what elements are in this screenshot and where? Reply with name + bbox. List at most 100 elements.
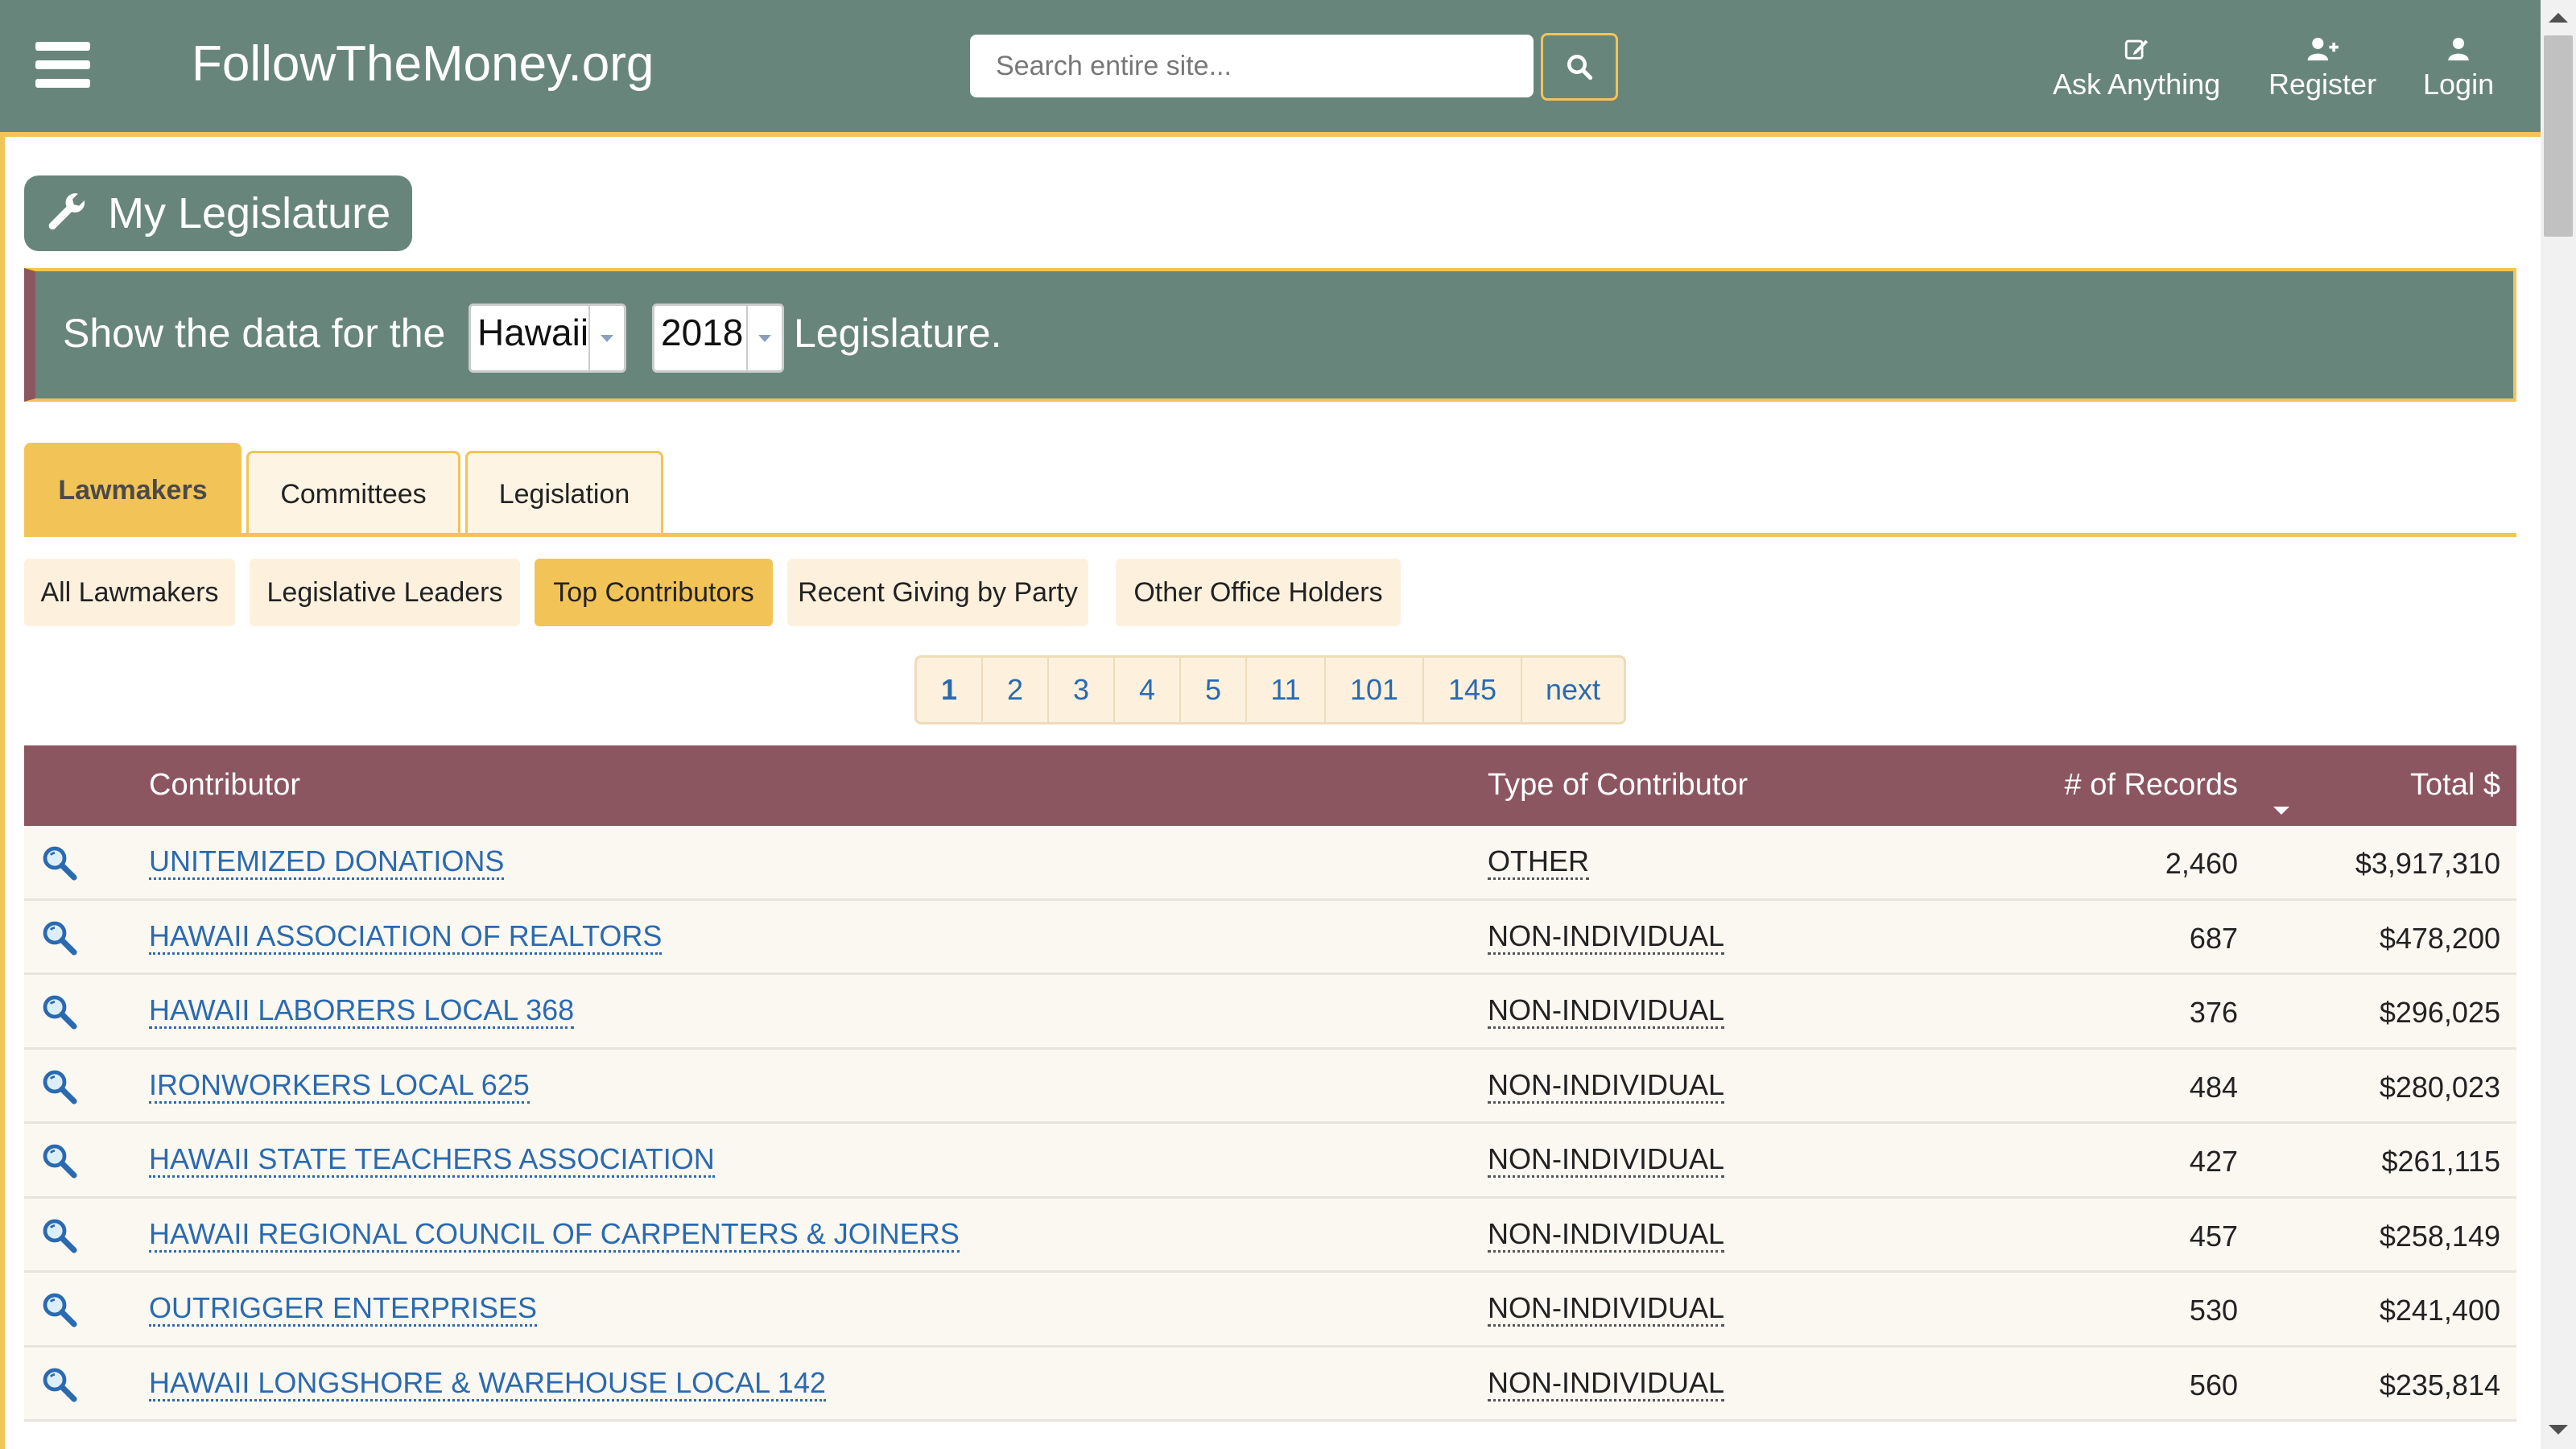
page-link-145[interactable]: 145: [1424, 658, 1522, 722]
sort-desc-icon[interactable]: [2273, 807, 2289, 815]
table-row: OUTRIGGER ENTERPRISES NON-INDIVIDUAL 530 $2…: [24, 1273, 2516, 1348]
table-header: Contributor Type of Contributor # of Rec…: [24, 745, 2516, 826]
subtab-top-contributors[interactable]: Top Contributors: [535, 559, 773, 626]
subtab-recent-giving-by-party[interactable]: Recent Giving by Party: [787, 559, 1088, 626]
total-amount: $296,025: [2379, 996, 2500, 1029]
records-count: 560: [2189, 1368, 2238, 1402]
total-amount: $261,115: [2381, 1145, 2500, 1178]
page-title: My Legislature: [24, 175, 412, 251]
user-plus-icon: [2307, 37, 2339, 61]
magnifier-icon[interactable]: [40, 1290, 79, 1336]
contributor-type[interactable]: NON-INDIVIDUAL: [1488, 1143, 1725, 1178]
magnifier-icon[interactable]: [40, 1067, 79, 1113]
year-select-value: 2018: [661, 312, 744, 353]
tab-legislation[interactable]: Legislation: [465, 451, 663, 536]
legislature-selector-bar: Show the data for the Hawaii 2018 Legisl…: [24, 268, 2516, 402]
column-header-type[interactable]: Type of Contributor: [1488, 768, 1748, 803]
magnifier-icon[interactable]: [40, 919, 79, 964]
contributors-table: UNITEMIZED DONATIONS OTHER 2,460 $3,917,310…: [24, 826, 2516, 1422]
table-row: HAWAII ASSOCIATION OF REALTORS NON-INDIVI…: [24, 900, 2516, 975]
year-select[interactable]: 2018: [652, 303, 784, 373]
page-link-3[interactable]: 3: [1049, 658, 1115, 722]
selector-suffix: Legislature.: [794, 311, 1002, 356]
subtab-all-lawmakers[interactable]: All Lawmakers: [24, 559, 235, 626]
contributor-link[interactable]: HAWAII REGIONAL COUNCIL OF CARPENTERS & …: [149, 1217, 960, 1253]
scroll-down-arrow-icon[interactable]: [2549, 1425, 2568, 1435]
wrench-icon: [48, 193, 85, 230]
contributor-type[interactable]: OTHER: [1488, 845, 1589, 880]
page-link-101[interactable]: 101: [1326, 658, 1424, 722]
site-title[interactable]: FollowTheMoney.org: [192, 35, 654, 93]
search-icon: [1567, 55, 1593, 80]
search-button[interactable]: [1541, 33, 1618, 101]
table-row: HAWAII LABORERS LOCAL 368 NON-INDIVIDUAL 3…: [24, 975, 2516, 1050]
table-row: HAWAII STATE TEACHERS ASSOCIATION NON-IND…: [24, 1124, 2516, 1199]
nav-label: Register: [2268, 68, 2377, 101]
total-amount: $280,023: [2379, 1070, 2500, 1104]
magnifier-icon[interactable]: [40, 993, 79, 1038]
state-select-value: Hawaii: [477, 312, 589, 353]
column-header-contributor[interactable]: Contributor: [149, 768, 300, 803]
contributor-link[interactable]: HAWAII ASSOCIATION OF REALTORS: [149, 919, 663, 955]
contributor-link[interactable]: IRONWORKERS LOCAL 625: [149, 1068, 530, 1104]
menu-icon[interactable]: [35, 42, 90, 89]
records-count: 457: [2189, 1219, 2238, 1253]
contributor-type[interactable]: NON-INDIVIDUAL: [1488, 994, 1725, 1029]
tab-committees[interactable]: Committees: [246, 451, 460, 536]
nav-ask-anything[interactable]: Ask Anything: [2053, 35, 2220, 101]
page-link-5[interactable]: 5: [1181, 658, 1247, 722]
magnifier-icon[interactable]: [40, 844, 79, 890]
search-input[interactable]: [970, 35, 1534, 97]
total-amount: $241,400: [2379, 1294, 2500, 1327]
magnifier-icon[interactable]: [40, 1365, 79, 1411]
page-link-11[interactable]: 11: [1247, 658, 1326, 722]
total-amount: $235,814: [2379, 1368, 2500, 1402]
nav-register[interactable]: Register: [2268, 35, 2376, 101]
page-link-next[interactable]: next: [1522, 658, 1624, 722]
contributor-link[interactable]: HAWAII LONGSHORE & WAREHOUSE LOCAL 142: [149, 1366, 826, 1402]
contributor-link[interactable]: HAWAII LABORERS LOCAL 368: [149, 994, 575, 1029]
contributor-type[interactable]: NON-INDIVIDUAL: [1488, 919, 1725, 955]
state-select[interactable]: Hawaii: [469, 303, 626, 373]
contributor-link[interactable]: OUTRIGGER ENTERPRISES: [149, 1292, 538, 1327]
page-link-2[interactable]: 2: [983, 658, 1049, 722]
scrollbar-thumb[interactable]: [2544, 35, 2573, 237]
table-row: HAWAII LONGSHORE & WAREHOUSE LOCAL 142 NO…: [24, 1347, 2516, 1422]
nav-login[interactable]: Login: [2423, 35, 2494, 101]
total-amount: $258,149: [2379, 1219, 2500, 1253]
records-count: 376: [2189, 996, 2238, 1029]
records-count: 484: [2189, 1070, 2238, 1104]
records-count: 427: [2189, 1145, 2238, 1178]
left-accent-line: [0, 137, 5, 1449]
chevron-down-icon: [588, 306, 624, 370]
subtab-legislative-leaders[interactable]: Legislative Leaders: [250, 559, 520, 626]
tab-lawmakers[interactable]: Lawmakers: [24, 443, 242, 536]
selector-prefix: Show the data for the: [63, 311, 446, 356]
scroll-up-arrow-icon[interactable]: [2549, 13, 2568, 23]
chevron-down-icon: [746, 306, 782, 370]
table-row: IRONWORKERS LOCAL 625 NON-INDIVIDUAL 484 $2…: [24, 1049, 2516, 1124]
records-count: 2,460: [2165, 847, 2238, 880]
column-header-total[interactable]: Total $: [2410, 768, 2500, 803]
page-link-4[interactable]: 4: [1115, 658, 1181, 722]
contributor-link[interactable]: HAWAII STATE TEACHERS ASSOCIATION: [149, 1143, 715, 1178]
user-icon: [2448, 37, 2469, 61]
magnifier-icon[interactable]: [40, 1141, 79, 1187]
table-row: UNITEMIZED DONATIONS OTHER 2,460 $3,917,310: [24, 826, 2516, 901]
nav-label: Ask Anything: [2053, 68, 2221, 101]
table-row: HAWAII REGIONAL COUNCIL OF CARPENTERS & …: [24, 1198, 2516, 1273]
page-link-1[interactable]: 1: [917, 658, 983, 722]
records-count: 530: [2189, 1294, 2238, 1327]
contributor-type[interactable]: NON-INDIVIDUAL: [1488, 1292, 1725, 1327]
tab-divider: [24, 533, 2516, 537]
contributor-type[interactable]: NON-INDIVIDUAL: [1488, 1366, 1725, 1402]
total-amount: $478,200: [2379, 921, 2500, 955]
edit-icon: [2124, 39, 2149, 60]
contributor-type[interactable]: NON-INDIVIDUAL: [1488, 1068, 1725, 1104]
contributor-link[interactable]: UNITEMIZED DONATIONS: [149, 845, 505, 880]
column-header-records[interactable]: # of Records: [2065, 768, 2238, 803]
contributor-type[interactable]: NON-INDIVIDUAL: [1488, 1217, 1725, 1253]
subtab-other-office-holders[interactable]: Other Office Holders: [1116, 559, 1401, 626]
magnifier-icon[interactable]: [40, 1216, 79, 1262]
site-header: FollowTheMoney.org Ask Anything Register…: [0, 0, 2541, 137]
